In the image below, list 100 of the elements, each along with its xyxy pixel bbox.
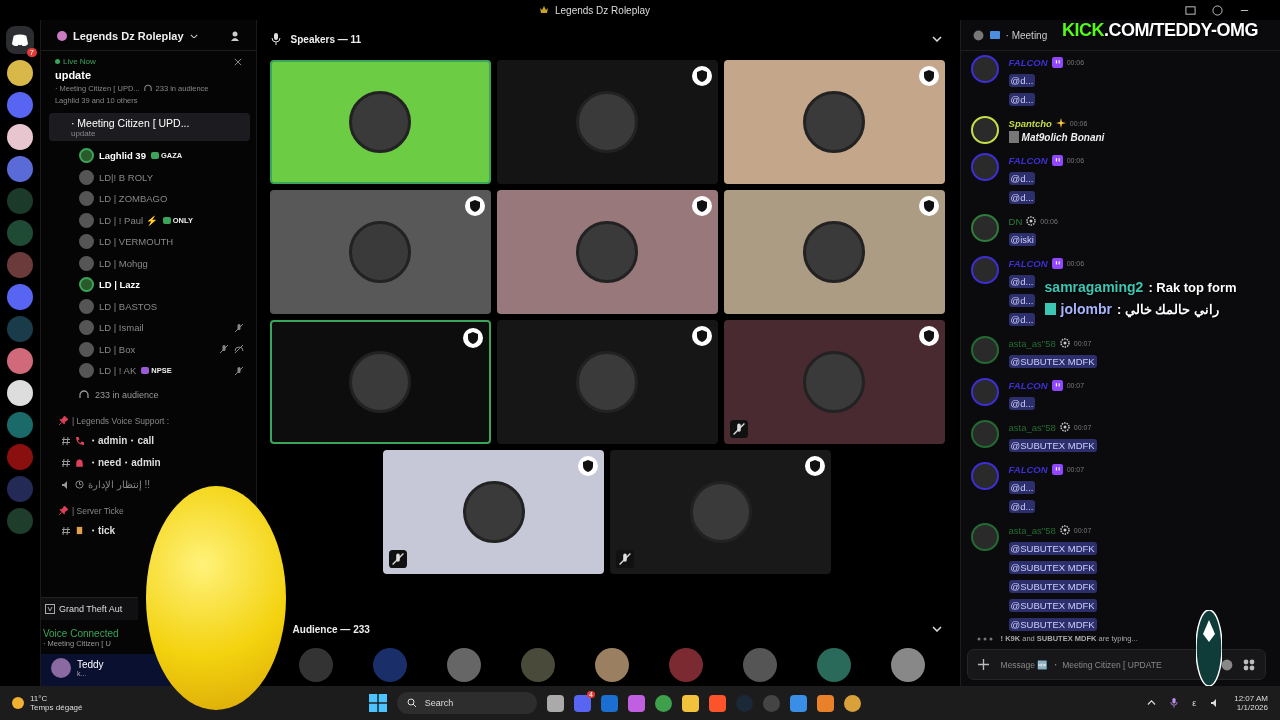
home-button[interactable]: 7 <box>5 26 34 54</box>
stream-chat-user: jolombr <box>1060 301 1112 318</box>
message-author[interactable]: DN <box>1008 215 1023 227</box>
mail-app-icon[interactable] <box>600 694 618 712</box>
mention[interactable]: @d... <box>1008 500 1036 514</box>
member-name[interactable]: LD | ! AK <box>98 365 137 377</box>
clock[interactable]: 12:07 AM 1/1/2026 <box>1234 694 1268 712</box>
add-member-icon[interactable] <box>229 30 242 42</box>
stream-overlay-text: KICK.COM/TEDDY-OMG <box>1062 20 1258 41</box>
member-name[interactable]: LD | Mohgg <box>98 257 148 269</box>
sparkle-icon <box>1055 118 1066 129</box>
mention[interactable]: @SUBUTEX MDFK <box>1008 355 1097 369</box>
member-name[interactable]: LD | Box <box>98 343 136 355</box>
mention[interactable]: @SUBUTEX MDFK <box>1008 580 1097 594</box>
mention[interactable]: @SUBUTEX MDFK <box>1008 439 1097 453</box>
speaker-tile[interactable] <box>610 450 832 574</box>
gear-badge-icon <box>1059 422 1070 433</box>
audience-avatar[interactable] <box>446 648 481 682</box>
member-name[interactable]: LD | Lazz <box>98 279 141 291</box>
live-title: update <box>54 69 92 81</box>
mention[interactable]: @d... <box>1008 275 1036 289</box>
category-header[interactable]: | Legends Voice Support : <box>71 415 170 426</box>
task-view-icon[interactable] <box>546 694 564 712</box>
activity-bar[interactable]: Grand Theft Aut <box>40 597 138 620</box>
mention[interactable]: @SUBUTEX MDFK <box>1008 599 1097 613</box>
speaker-tile[interactable] <box>269 190 491 314</box>
server-name[interactable]: Legends Dz Roleplay <box>72 30 184 42</box>
mention[interactable]: @d... <box>1008 481 1036 495</box>
channel-name[interactable]: ・tick <box>87 523 116 538</box>
member-name[interactable]: LD|! B ROLY <box>98 171 153 183</box>
apps-icon[interactable] <box>1243 658 1255 671</box>
speaker-tile[interactable] <box>496 60 718 184</box>
mention[interactable]: @d... <box>1008 313 1036 327</box>
plus-icon[interactable] <box>977 659 989 671</box>
app-icon[interactable] <box>789 694 807 712</box>
mention[interactable]: @SUBUTEX MDFK <box>1008 542 1097 556</box>
stream-chat-user: samragaming2 <box>1044 279 1144 296</box>
chevron-down-icon[interactable] <box>931 36 942 42</box>
siren-icon <box>74 458 84 467</box>
help-icon[interactable] <box>1212 4 1223 16</box>
stream-chat-text: : راني حالمك خالي <box>1116 301 1220 317</box>
channel-name[interactable]: ・need・admin <box>87 455 161 470</box>
speaker-tile[interactable] <box>269 60 491 184</box>
member-name[interactable]: Laghlid 39 <box>98 150 146 162</box>
mention-badge: 7 <box>26 48 37 57</box>
input-language[interactable]: ε <box>1192 698 1197 708</box>
speaker-tile[interactable] <box>723 320 945 444</box>
text-channel-icon <box>60 525 71 536</box>
audience-avatar[interactable] <box>816 648 851 682</box>
close-icon[interactable] <box>233 57 242 66</box>
message-author[interactable]: Spantcho <box>1008 117 1052 129</box>
mention[interactable]: @iski <box>1008 233 1036 247</box>
mention[interactable]: @d... <box>1008 93 1036 107</box>
new-emoji-icon <box>989 31 1000 40</box>
speaker-tile[interactable] <box>496 190 718 314</box>
audience-avatar[interactable] <box>890 648 925 682</box>
clock-icon <box>74 480 84 489</box>
chat-title: · Meeting <box>1005 29 1048 41</box>
image-thumbnail <box>1008 131 1019 144</box>
chevron-down-icon[interactable] <box>931 626 942 632</box>
mention[interactable]: @d... <box>1008 191 1036 205</box>
mention[interactable]: @SUBUTEX MDFK <box>1008 618 1097 632</box>
member-name[interactable]: LD | ZOMBAGO <box>98 193 168 205</box>
speaker-tile[interactable] <box>383 450 605 574</box>
microphone-icon[interactable] <box>1170 698 1179 708</box>
server-header[interactable]: Legends Dz Roleplay <box>40 20 256 51</box>
brave-app-icon[interactable] <box>708 694 726 712</box>
speaker-tile[interactable] <box>723 60 945 184</box>
twitch-badge-icon <box>1051 56 1063 68</box>
app-icon[interactable] <box>816 694 834 712</box>
channel-name[interactable]: ・admin・call <box>87 433 155 448</box>
voice-channel[interactable]: · Meeting Citizen [ UPD... update <box>48 113 250 141</box>
mention[interactable]: @d... <box>1008 172 1036 186</box>
audience-avatar[interactable] <box>594 648 629 682</box>
chevron-up-icon[interactable] <box>1147 700 1157 706</box>
emoji-icon[interactable] <box>1221 658 1233 671</box>
speaker-tile[interactable] <box>269 320 491 444</box>
windows-start-icon[interactable] <box>368 694 387 712</box>
speaker-tile[interactable] <box>496 320 718 444</box>
member-name[interactable]: LD | VERMOUTH <box>98 236 174 248</box>
speaker-tile[interactable] <box>723 190 945 314</box>
mention[interactable]: @d... <box>1008 294 1036 308</box>
audience-count[interactable]: 233 in audience <box>94 389 159 400</box>
mention[interactable]: @d... <box>1008 74 1036 88</box>
gear-badge-icon <box>1059 525 1070 536</box>
channel-name[interactable]: إنتظار الإدارة !! <box>87 479 151 490</box>
category-header[interactable]: | Server Ticke <box>71 505 124 516</box>
member-name[interactable]: LD | ! Paul ⚡ <box>98 214 158 226</box>
message-input[interactable]: Message 🆕 ・ Meeting Citizen [ UPDATE <box>998 658 1187 671</box>
mention[interactable]: @d... <box>1008 397 1036 411</box>
inbox-icon[interactable] <box>1185 4 1196 16</box>
copilot-app-icon[interactable] <box>627 694 645 712</box>
taskbar-search[interactable]: Search <box>396 692 537 714</box>
audience-avatar[interactable] <box>742 648 777 682</box>
folder-app-icon[interactable] <box>681 694 699 712</box>
chrome-app-icon[interactable] <box>843 694 861 712</box>
member-name[interactable]: LD | Ismail <box>98 322 144 334</box>
chrome-app-icon[interactable] <box>654 694 672 712</box>
member-name[interactable]: LD | BASTOS <box>98 300 158 312</box>
mention[interactable]: @SUBUTEX MDFK <box>1008 561 1097 575</box>
